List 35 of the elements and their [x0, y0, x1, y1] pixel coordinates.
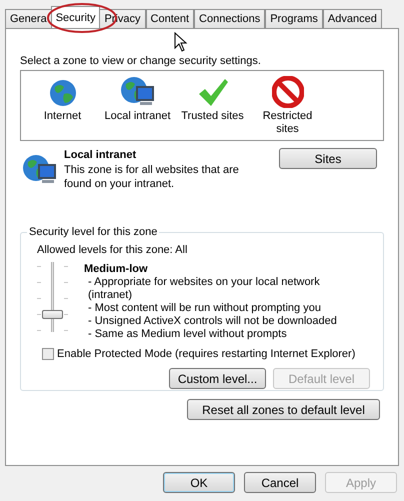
zone-prompt: Select a zone to view or change security settings.: [20, 54, 261, 68]
zone-description: This zone is for all websites that are found on your intranet.: [64, 163, 240, 191]
button[interactable]: Custom level...: [169, 368, 266, 389]
globe-monitor-icon: [22, 154, 58, 186]
level-description: - Same as Medium level without prompts: [88, 328, 288, 340]
security-slider[interactable]: [37, 262, 69, 334]
zone-title: Local intranet: [64, 148, 138, 162]
button[interactable]: Sites: [279, 148, 377, 169]
protected-mode-label: Enable Protected Mode (requires restarting Internet Explorer): [57, 346, 356, 362]
level-name: Medium-low: [84, 262, 149, 276]
level-description: - Most content will be run without prompting you: [88, 302, 322, 314]
tab[interactable]: Programs: [265, 9, 323, 28]
button[interactable]: Cancel: [244, 472, 316, 493]
checkbox[interactable]: [42, 348, 54, 360]
button[interactable]: OK: [163, 472, 235, 493]
tab[interactable]: Security: [50, 6, 100, 28]
zone-label[interactable]: Internet: [26, 110, 100, 123]
tab[interactable]: Advanced: [322, 9, 382, 28]
zone-label[interactable]: Local intranet: [100, 110, 174, 123]
mouse-pointer-icon: [174, 32, 188, 52]
checkmark-icon: [196, 78, 228, 108]
group-legend: Security level for this zone: [27, 224, 160, 240]
button[interactable]: Reset all zones to default level: [187, 399, 380, 420]
tab[interactable]: Genera: [5, 9, 52, 28]
tab[interactable]: Connections: [194, 9, 266, 28]
no-entry-icon: [272, 76, 304, 108]
globe-monitor-icon: [120, 76, 156, 108]
zone-label[interactable]: Restricted sites: [250, 110, 324, 136]
slider-thumb[interactable]: [42, 310, 63, 318]
globe-icon: [48, 78, 78, 108]
allowed-levels: Allowed levels for this zone: All: [37, 242, 188, 256]
zone-label[interactable]: Trusted sites: [176, 110, 250, 123]
tab[interactable]: Content: [146, 9, 194, 28]
level-description: - Unsigned ActiveX controls will not be downloaded: [88, 314, 338, 328]
level-description: - Appropriate for websites on your local network (intranet): [88, 276, 321, 302]
